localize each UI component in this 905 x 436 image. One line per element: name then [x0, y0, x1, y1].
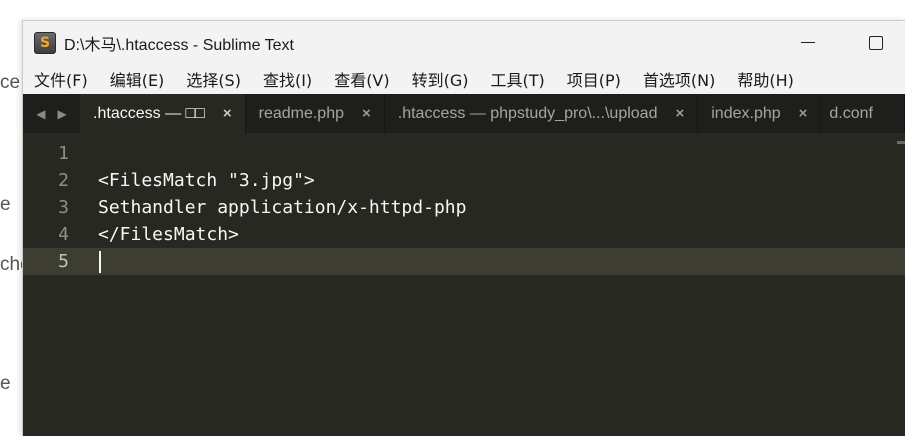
- tab-label: .htaccess — phpstudy_pro\...\upload: [397, 104, 658, 122]
- tab-readme-php[interactable]: readme.php ×: [246, 94, 385, 133]
- minimize-icon: [801, 42, 815, 43]
- tab-index-php[interactable]: index.php ×: [698, 94, 822, 133]
- tab-htaccess-active[interactable]: .htaccess — □□ ×: [80, 94, 246, 133]
- minimize-button[interactable]: [785, 21, 831, 64]
- code-line[interactable]: </FilesMatch>: [23, 221, 905, 248]
- window-title: D:\木马\.htaccess - Sublime Text: [64, 36, 295, 54]
- tab-label: .htaccess — □□: [93, 104, 205, 122]
- tab-htaccess-upload[interactable]: .htaccess — phpstudy_pro\...\upload ×: [385, 94, 699, 133]
- maximize-button[interactable]: [853, 21, 899, 64]
- tab-close-icon[interactable]: ×: [223, 105, 232, 122]
- line-number: 2: [58, 170, 69, 191]
- menu-preferences[interactable]: 首选项(N): [643, 67, 715, 91]
- menu-file[interactable]: 文件(F): [34, 67, 88, 91]
- line-number-gutter: 1 2 3 4 5: [23, 140, 93, 275]
- tab-label: index.php: [711, 104, 781, 122]
- line-number: 4: [58, 224, 69, 245]
- menu-goto[interactable]: 转到(G): [412, 67, 469, 91]
- menu-project[interactable]: 项目(P): [567, 67, 621, 91]
- line-number: 3: [58, 197, 69, 218]
- tab-close-icon[interactable]: ×: [799, 105, 808, 122]
- tab-close-icon[interactable]: ×: [362, 105, 371, 122]
- maximize-icon: [869, 35, 883, 50]
- code-line[interactable]: Sethandler application/x-httpd-php: [23, 194, 905, 221]
- menu-selection[interactable]: 选择(S): [186, 67, 241, 91]
- code-area[interactable]: <FilesMatch "3.jpg"> Sethandler applicat…: [23, 140, 905, 275]
- tab-conf-partial[interactable]: d.conf: [821, 94, 905, 133]
- text-cursor: [99, 251, 101, 273]
- title-bar[interactable]: S D:\木马\.htaccess - Sublime Text: [23, 21, 905, 64]
- code-line[interactable]: <FilesMatch "3.jpg">: [23, 167, 905, 194]
- tab-label: d.conf: [829, 104, 873, 122]
- code-line-current[interactable]: [23, 248, 905, 275]
- line-number-current: 5: [23, 248, 93, 275]
- line-number: 1: [58, 143, 69, 164]
- tab-scroll-right-icon[interactable]: ▶: [58, 107, 67, 121]
- code-editor[interactable]: <FilesMatch "3.jpg"> Sethandler applicat…: [23, 133, 905, 436]
- sublime-app-icon[interactable]: S: [34, 31, 56, 54]
- menu-help[interactable]: 帮助(H): [737, 67, 794, 91]
- minimap-indicator[interactable]: [897, 141, 905, 144]
- background-text-fragment: ce: [0, 72, 21, 93]
- background-text-fragment: e: [0, 194, 11, 215]
- background-text-fragment: e: [0, 373, 11, 394]
- tab-close-icon[interactable]: ×: [675, 105, 684, 122]
- menu-bar: 文件(F) 编辑(E) 选择(S) 查找(I) 查看(V) 转到(G) 工具(T…: [23, 64, 905, 94]
- code-line[interactable]: [23, 140, 905, 167]
- tab-bar: ◀ ▶ .htaccess — □□ × readme.php × .htacc…: [23, 94, 905, 133]
- tab-scroll-left-icon[interactable]: ◀: [36, 107, 45, 121]
- menu-view[interactable]: 查看(V): [334, 67, 389, 91]
- menu-edit[interactable]: 编辑(E): [110, 67, 165, 91]
- tab-label: readme.php: [258, 104, 344, 122]
- menu-find[interactable]: 查找(I): [263, 67, 312, 91]
- tab-navigation: ◀ ▶: [23, 94, 80, 133]
- sublime-text-window: S D:\木马\.htaccess - Sublime Text 文件(F) 编…: [22, 20, 905, 436]
- menu-tools[interactable]: 工具(T): [491, 67, 545, 91]
